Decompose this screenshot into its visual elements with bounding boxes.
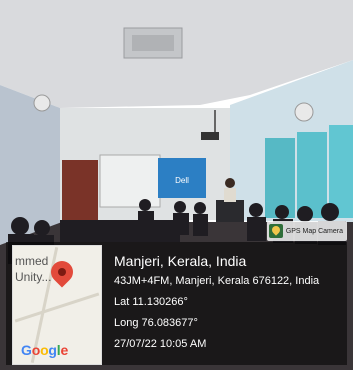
projector-slide-text: Dell (175, 176, 189, 185)
location-longitude: Long 76.083677° (114, 317, 198, 329)
google-logo-letter: G (21, 342, 32, 358)
google-logo: Google (21, 342, 68, 358)
speaker-head (225, 178, 235, 188)
google-logo-letter: e (60, 342, 69, 358)
location-address: 43JM+4FM, Manjeri, Kerala 676122, India (114, 275, 320, 287)
badge-label: GPS Map Camera (285, 227, 343, 235)
google-logo-letter: o (31, 342, 41, 358)
location-latitude: Lat 11.130266° (114, 296, 188, 308)
location-city: Manjeri, Kerala, India (114, 253, 247, 269)
map-label-line2: Unity... (15, 270, 52, 284)
map-road (14, 292, 100, 323)
geotagged-photo: Dell GPS Map Camera mmed Unity... Google… (0, 0, 353, 370)
gps-map-camera-icon (268, 224, 283, 238)
window-curtain-2 (297, 132, 327, 218)
wall-fan-left (33, 94, 51, 112)
location-info: Manjeri, Kerala, India 43JM+4FM, Manjeri… (114, 252, 319, 351)
projector (201, 132, 219, 140)
map-thumbnail: mmed Unity... Google (12, 245, 102, 365)
whiteboard (99, 154, 161, 208)
gps-map-camera-badge: GPS Map Camera (266, 221, 347, 241)
google-logo-letter: g (48, 342, 57, 358)
map-label-line1: mmed (15, 254, 49, 268)
wall-fan-right (294, 102, 314, 122)
ac-grille (132, 35, 174, 51)
door (62, 160, 98, 222)
left-wall (0, 85, 62, 245)
speaker-body (224, 188, 236, 202)
location-datetime: 27/07/22 10:05 AM (114, 338, 207, 350)
